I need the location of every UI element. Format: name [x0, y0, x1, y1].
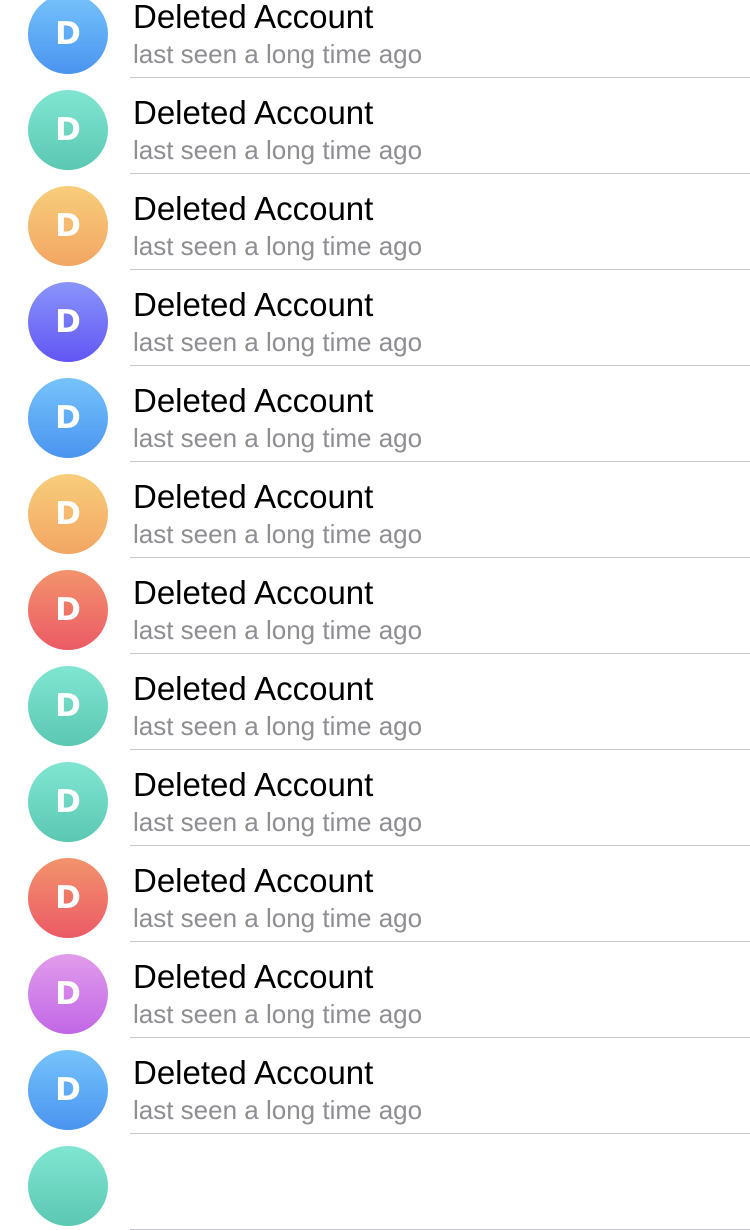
- avatar: D: [28, 0, 108, 74]
- contact-name: Deleted Account: [133, 1054, 374, 1091]
- contact-row[interactable]: D Deleted Account last seen a long time …: [0, 846, 750, 942]
- contact-name: Deleted Account: [133, 478, 374, 515]
- last-seen-status: last seen a long time ago: [133, 999, 423, 1029]
- contact-row[interactable]: D Deleted Account last seen a long time …: [0, 558, 750, 654]
- contact-list: D Deleted Account last seen a long time …: [0, 0, 750, 1230]
- contact-name: Deleted Account: [133, 94, 374, 131]
- contact-row[interactable]: D Deleted Account last seen a long time …: [0, 1038, 750, 1134]
- contact-name: Deleted Account: [133, 286, 374, 323]
- last-seen-status: last seen a long time ago: [133, 39, 423, 69]
- contact-name: Deleted Account: [133, 958, 374, 995]
- contact-row[interactable]: D Deleted Account last seen a long time …: [0, 654, 750, 750]
- contact-row[interactable]: D Deleted Account last seen a long time …: [0, 366, 750, 462]
- contact-row[interactable]: D Deleted Account last seen a long time …: [0, 750, 750, 846]
- avatar: D: [28, 954, 108, 1034]
- last-seen-status: last seen a long time ago: [133, 519, 423, 549]
- last-seen-status: last seen a long time ago: [133, 135, 423, 165]
- avatar: D: [28, 1050, 108, 1130]
- avatar: D: [28, 570, 108, 650]
- contact-name: Deleted Account: [133, 766, 374, 803]
- contact-row[interactable]: D Deleted Account last seen a long time …: [0, 174, 750, 270]
- avatar: D: [28, 762, 108, 842]
- contact-name: Deleted Account: [133, 0, 374, 35]
- last-seen-status: last seen a long time ago: [133, 1095, 423, 1125]
- avatar: D: [28, 858, 108, 938]
- avatar: D: [28, 186, 108, 266]
- contact-row[interactable]: D Deleted Account last seen a long time …: [0, 942, 750, 1038]
- contact-name: Deleted Account: [133, 670, 374, 707]
- last-seen-status: last seen a long time ago: [133, 711, 423, 741]
- contact-row[interactable]: D Deleted Account last seen a long time …: [0, 78, 750, 174]
- contact-name: Deleted Account: [133, 862, 374, 899]
- last-seen-status: last seen a long time ago: [133, 423, 423, 453]
- avatar: [28, 1146, 108, 1226]
- avatar: D: [28, 282, 108, 362]
- contact-name: Deleted Account: [133, 574, 374, 611]
- last-seen-status: last seen a long time ago: [133, 903, 423, 933]
- last-seen-status: last seen a long time ago: [133, 327, 423, 357]
- contact-row[interactable]: D Deleted Account last seen a long time …: [0, 462, 750, 558]
- contact-row[interactable]: [0, 1134, 750, 1230]
- avatar: D: [28, 474, 108, 554]
- contact-name: Deleted Account: [133, 382, 374, 419]
- contact-row[interactable]: D Deleted Account last seen a long time …: [0, 270, 750, 366]
- contact-name: Deleted Account: [133, 190, 374, 227]
- contact-row[interactable]: D Deleted Account last seen a long time …: [0, 0, 750, 78]
- avatar: D: [28, 666, 108, 746]
- last-seen-status: last seen a long time ago: [133, 231, 423, 261]
- last-seen-status: last seen a long time ago: [133, 615, 423, 645]
- last-seen-status: last seen a long time ago: [133, 807, 423, 837]
- avatar: D: [28, 378, 108, 458]
- avatar: D: [28, 90, 108, 170]
